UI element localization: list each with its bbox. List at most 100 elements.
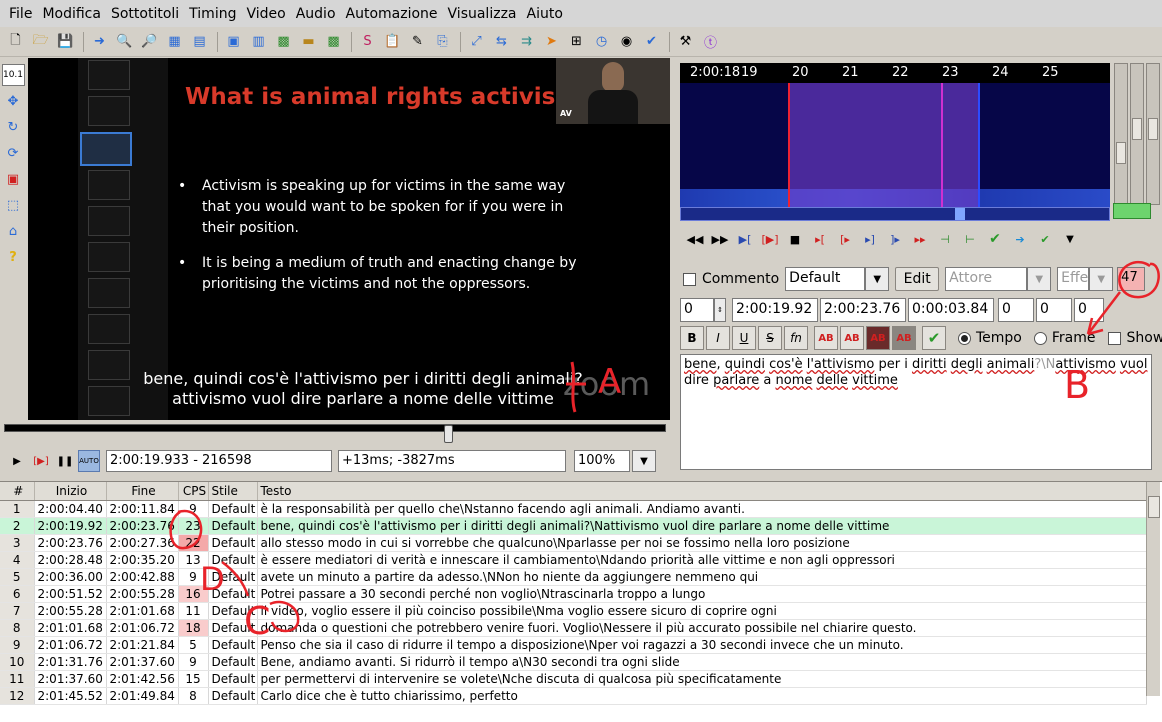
select-lines-icon[interactable]: ⊞ (565, 31, 588, 53)
duration-field[interactable]: 0:00:03.84 (908, 298, 994, 322)
next-line-icon[interactable]: ▶▶ (709, 228, 731, 250)
menu-video[interactable]: Video (241, 6, 290, 22)
vector-clip-icon[interactable]: ⌂ (2, 220, 25, 242)
chevron-down-icon[interactable]: ▼ (1027, 267, 1052, 291)
chevron-down-icon[interactable]: ▼ (632, 450, 656, 472)
zoom-in-icon[interactable]: 🔍 (113, 31, 136, 53)
column-header-number[interactable]: # (0, 482, 35, 501)
slider-handle[interactable] (1116, 142, 1126, 164)
video-seek-bar[interactable] (4, 424, 666, 432)
chevron-down-icon[interactable]: ▼ (1059, 228, 1081, 250)
vertical-zoom-slider[interactable] (1130, 63, 1144, 205)
play-after-icon[interactable]: ]▸ (884, 228, 906, 250)
strikeout-button[interactable]: S (758, 326, 782, 350)
new-file-icon[interactable]: 🗋 (4, 31, 27, 53)
previous-line-icon[interactable]: ◀◀ (684, 228, 706, 250)
margin-vertical-field[interactable]: 0 (1074, 298, 1104, 322)
forward-arrow-icon[interactable]: ➤ (540, 31, 563, 53)
italic-button[interactable]: I (706, 326, 730, 350)
slider-handle[interactable] (1132, 118, 1142, 140)
styles-manager-icon[interactable]: ▣ (222, 31, 245, 53)
column-header-text[interactable]: Testo (257, 482, 1147, 501)
translation-icon[interactable]: ⎘ (431, 31, 454, 53)
play-before-icon[interactable]: ▸[ (809, 228, 831, 250)
play-first-icon[interactable]: [▸ (834, 228, 856, 250)
attachments-icon[interactable]: ▥ (247, 31, 270, 53)
video-time-field[interactable]: 2:00:19.933 - 216598 (106, 450, 332, 472)
search-replace-icon[interactable]: ◉ (615, 31, 638, 53)
secondary-color-button[interactable]: AB (840, 326, 864, 350)
check-spelling-icon[interactable]: ✔ (640, 31, 663, 53)
end-time-field[interactable]: 2:00:23.76 (820, 298, 906, 322)
volume-slider[interactable] (1146, 63, 1160, 205)
column-header-start[interactable]: Inizio (34, 482, 107, 501)
menu-modifica[interactable]: Modifica (37, 6, 106, 22)
zoom-out-icon[interactable]: 🔎 (138, 31, 161, 53)
leadout-icon[interactable]: ⊢ (959, 228, 981, 250)
table-row[interactable]: 9 2:01:06.72 2:01:21.84 5 Default Penso che s… (0, 636, 1147, 654)
help-icon[interactable]: ? (2, 246, 25, 268)
play-selection-icon[interactable]: ▶[ (734, 228, 756, 250)
table-row[interactable]: 7 2:00:55.28 2:01:01.68 11 Default il video, … (0, 602, 1147, 620)
menu-sottotitoli[interactable]: Sottotitoli (106, 6, 184, 22)
table-row[interactable]: 2 2:00:19.92 2:00:23.76 23 Default bene, quin… (0, 517, 1147, 535)
video-offset-field[interactable]: +13ms; -3827ms (338, 450, 566, 472)
film-strip-icon[interactable]: ▩ (272, 31, 295, 53)
table-row[interactable]: 11 2:01:37.60 2:01:42.56 15 Default per perme… (0, 670, 1147, 688)
video-snapshot-icon[interactable]: ▦ (163, 31, 186, 53)
chevron-down-icon[interactable]: ▼ (865, 267, 890, 291)
properties-icon[interactable]: 📋 (381, 31, 404, 53)
table-row[interactable]: 12 2:01:45.52 2:01:49.84 8 Default Carlo dice… (0, 687, 1147, 705)
audio-scroll-handle[interactable] (955, 208, 965, 220)
audio-spectrum-display[interactable]: 2:00:18 19 20 21 22 23 24 25 (680, 63, 1110, 221)
table-row[interactable]: 5 2:00:36.00 2:00:42.88 9 Default avete un mi… (0, 568, 1147, 586)
layer-spinner[interactable]: 0 (680, 298, 714, 322)
outline-color-button[interactable]: AB (866, 326, 890, 350)
clock-icon[interactable]: ◷ (590, 31, 613, 53)
column-header-end[interactable]: Fine (106, 482, 179, 501)
time-mode-radio[interactable] (958, 331, 971, 345)
commit-check-icon[interactable]: ✔ (922, 326, 946, 350)
effect-field[interactable]: Effe (1057, 267, 1090, 291)
standard-tool-icon[interactable]: 10.1 (1, 64, 25, 86)
spinner-arrows-icon[interactable]: ⇕ (714, 298, 726, 322)
open-folder-icon[interactable]: 🗁 (29, 31, 52, 53)
subtitle-text-editor[interactable]: bene, quindi cos'è l'attivismo per i dir… (680, 354, 1152, 470)
margin-right-field[interactable]: 0 (1036, 298, 1072, 322)
bold-button[interactable]: B (680, 326, 704, 350)
autoscroll-video-icon[interactable]: AUTO (78, 450, 100, 472)
table-row[interactable]: 6 2:00:51.52 2:00:55.28 16 Default Potrei pas… (0, 585, 1147, 603)
video-display[interactable]: What is animal rights activism Activism … (28, 58, 670, 420)
video-seek-handle[interactable] (444, 425, 453, 443)
save-icon[interactable]: 💾 (54, 31, 77, 53)
play-line-icon[interactable]: [▶] (30, 450, 52, 472)
play-last-icon[interactable]: ▸] (859, 228, 881, 250)
link-sliders-toggle[interactable] (1113, 203, 1151, 219)
jump-to-icon[interactable]: ➜ (88, 31, 111, 53)
comment-checkbox[interactable] (683, 272, 696, 286)
actor-field[interactable]: Attore (945, 267, 1028, 291)
tools-icon[interactable]: ⚒ (674, 31, 697, 53)
edit-style-button[interactable]: Edit (895, 267, 940, 291)
margin-left-field[interactable]: 0 (998, 298, 1034, 322)
menu-timing[interactable]: Timing (184, 6, 241, 22)
pencil-icon[interactable]: ✎ (406, 31, 429, 53)
rotate-xy-icon[interactable]: ⟳ (2, 142, 25, 164)
play-to-end-icon[interactable]: ▸▸ (909, 228, 931, 250)
column-header-style[interactable]: Stile (208, 482, 258, 501)
video-zoom-select[interactable]: 100% (574, 450, 630, 472)
spellcheck-icon[interactable]: S (356, 31, 379, 53)
chevron-down-icon[interactable]: ▼ (1089, 267, 1114, 291)
scale-tool-icon[interactable]: ▣ (2, 168, 25, 190)
audio-scrollbar[interactable] (680, 207, 1110, 221)
grid-scroll-handle[interactable] (1148, 496, 1160, 518)
table-row[interactable]: 10 2:01:31.76 2:01:37.60 9 Default Bene, andi… (0, 653, 1147, 671)
timing-shift-icon[interactable]: ⇆ (490, 31, 513, 53)
resample-icon[interactable]: ⤢ (465, 31, 488, 53)
start-time-field[interactable]: 2:00:19.92 (732, 298, 818, 322)
frame-mode-radio[interactable] (1033, 331, 1047, 345)
underline-button[interactable]: U (732, 326, 756, 350)
menu-automazione[interactable]: Automazione (341, 6, 443, 22)
timing-post-icon[interactable]: ⇉ (515, 31, 538, 53)
slider-handle[interactable] (1148, 118, 1158, 140)
